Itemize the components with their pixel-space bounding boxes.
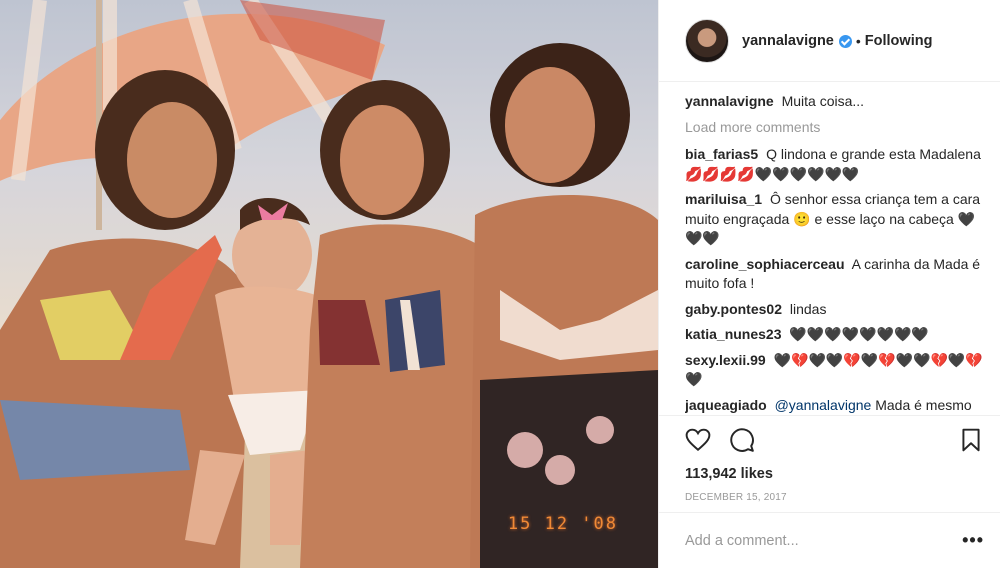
comment-username[interactable]: bia_farias5 <box>685 146 758 162</box>
comment-username[interactable]: katia_nunes23 <box>685 326 782 342</box>
list-item: katia_nunes23 🖤🖤🖤🖤🖤🖤🖤🖤 <box>685 325 988 345</box>
comment-username[interactable]: jaqueagiado <box>685 397 767 413</box>
caption-username[interactable]: yannalavigne <box>685 93 774 109</box>
list-item: bia_farias5 Q lindona e grande esta Mada… <box>685 145 988 184</box>
comment-username[interactable]: mariluisa_1 <box>685 191 762 207</box>
photo-date-stamp: 15 12 '08 <box>507 514 618 534</box>
post-date: DECEMBER 15, 2017 <box>685 492 787 503</box>
post-side-panel: yannalavigne • Following yannalavigne Mu… <box>658 0 1000 568</box>
bookmark-icon[interactable] <box>958 427 984 453</box>
comments-list[interactable]: yannalavigne Muita coisa... Load more co… <box>685 92 988 414</box>
verified-badge-icon <box>838 35 852 48</box>
post-photo[interactable]: 15 12 '08 <box>0 0 658 568</box>
post-caption: yannalavigne Muita coisa... <box>685 92 988 112</box>
beach-photo-illustration <box>0 0 658 568</box>
add-comment-input[interactable] <box>685 532 963 549</box>
comment-text: 🖤🖤🖤🖤🖤🖤🖤🖤 <box>789 326 929 342</box>
load-more-comments-button[interactable]: Load more comments <box>685 118 988 138</box>
more-options-button[interactable]: ••• <box>962 530 984 551</box>
heart-icon[interactable] <box>685 427 711 453</box>
post-header: yannalavigne • Following <box>659 0 1000 82</box>
comment-text: lindas <box>789 300 827 317</box>
username-link[interactable]: yannalavigne <box>742 33 834 49</box>
comment-icon[interactable] <box>729 427 755 453</box>
header-separator: • <box>855 32 861 49</box>
likes-count[interactable]: 113,942 likes <box>685 466 984 482</box>
following-button[interactable]: Following <box>865 33 933 49</box>
list-item: mariluisa_1 Ô senhor essa criança tem a … <box>685 190 988 249</box>
list-item: jaqueagiado @yannalavigne Mada é mesmo u… <box>685 396 988 415</box>
post-actions: 113,942 likes DECEMBER 15, 2017 <box>659 415 1000 509</box>
comment-username[interactable]: caroline_sophiacerceau <box>685 256 845 272</box>
list-item: sexy.lexii.99 🖤💔🖤🖤💔🖤💔🖤🖤💔🖤💔🖤 <box>685 351 988 390</box>
comment-mention-link[interactable]: @yannalavigne <box>775 397 872 413</box>
add-comment-bar: ••• <box>659 512 1000 568</box>
comment-username[interactable]: gaby.pontes02 <box>685 301 782 317</box>
avatar[interactable] <box>685 18 729 63</box>
comment-username[interactable]: sexy.lexii.99 <box>685 352 766 368</box>
list-item: gaby.pontes02 lindas <box>685 300 988 320</box>
list-item: caroline_sophiacerceau A carinha da Mada… <box>685 255 988 294</box>
action-icons-row <box>685 426 984 454</box>
caption-text: Muita coisa... <box>781 93 865 109</box>
